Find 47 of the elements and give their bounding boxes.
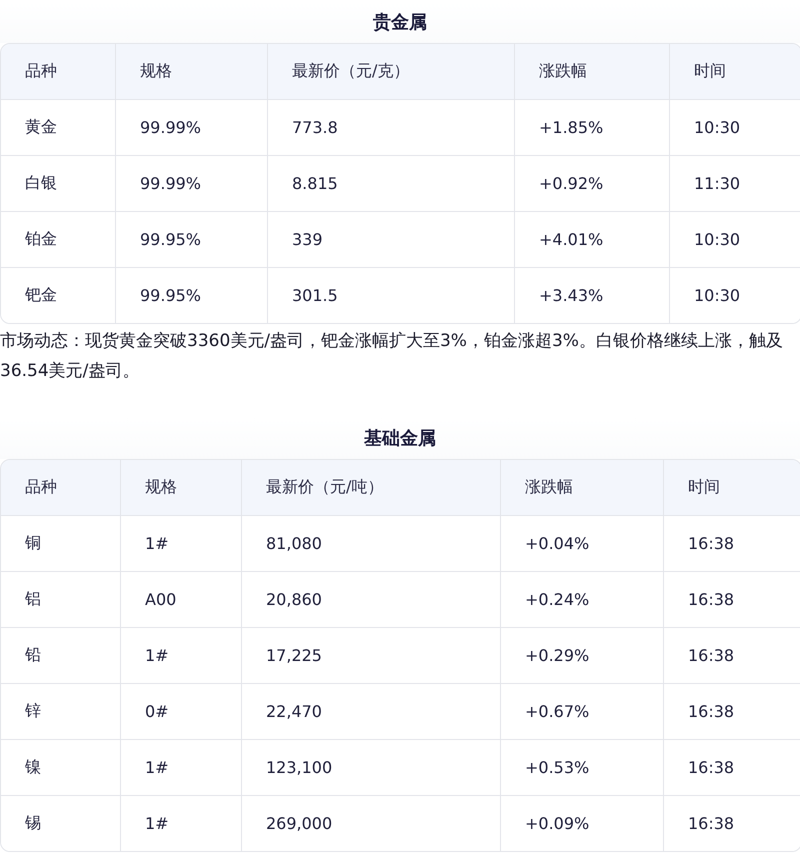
table-cell: +0.53%: [501, 740, 664, 796]
table-cell: +0.92%: [515, 156, 670, 212]
column-header: 涨跌幅: [501, 460, 664, 516]
column-header: 涨跌幅: [515, 44, 670, 100]
table-cell: 99.99%: [116, 100, 268, 156]
table-cell: 99.99%: [116, 156, 268, 212]
table-cell: 铂金: [1, 212, 116, 268]
table-cell: 773.8: [268, 100, 515, 156]
table-cell: +1.85%: [515, 100, 670, 156]
column-header: 时间: [664, 460, 800, 516]
table-cell: 铝: [1, 572, 121, 628]
table-cell: 81,080: [242, 516, 501, 572]
column-header: 时间: [670, 44, 800, 100]
table-cell: 0#: [121, 684, 242, 740]
column-header: 最新价（元/克）: [268, 44, 515, 100]
table-cell: 白银: [1, 156, 116, 212]
table-cell: 铅: [1, 628, 121, 684]
column-header: 品种: [1, 460, 121, 516]
table-cell: A00: [121, 572, 242, 628]
table-cell: 339: [268, 212, 515, 268]
table-cell: 99.95%: [116, 212, 268, 268]
table-cell: 镍: [1, 740, 121, 796]
table-cell: 20,860: [242, 572, 501, 628]
table-cell: +0.24%: [501, 572, 664, 628]
table-cell: 8.815: [268, 156, 515, 212]
table-cell: 17,225: [242, 628, 501, 684]
table-cell: +0.67%: [501, 684, 664, 740]
table-cell: +0.29%: [501, 628, 664, 684]
column-header: 规格: [116, 44, 268, 100]
table-cell: 1#: [121, 516, 242, 572]
table-cell: 123,100: [242, 740, 501, 796]
column-header: 最新价（元/吨）: [242, 460, 501, 516]
column-header: 品种: [1, 44, 116, 100]
table-cell: 钯金: [1, 268, 116, 323]
table-cell: 锡: [1, 796, 121, 851]
market-note: 市场动态：现货黄金突破3360美元/盎司，钯金涨幅扩大至3%，铂金涨超3%。白银价格继续上涨，触及36.54美元/盎司。: [0, 330, 784, 383]
table-cell: 黄金: [1, 100, 116, 156]
table-cell: +0.04%: [501, 516, 664, 572]
table-cell: 铜: [1, 516, 121, 572]
section-title: 贵金属: [373, 10, 427, 34]
table-cell: +4.01%: [515, 212, 670, 268]
table-cell: 22,470: [242, 684, 501, 740]
table-cell: 锌: [1, 684, 121, 740]
table-cell: 1#: [121, 740, 242, 796]
column-header: 规格: [121, 460, 242, 516]
table-cell: 1#: [121, 628, 242, 684]
section-title: 基础金属: [364, 426, 436, 450]
